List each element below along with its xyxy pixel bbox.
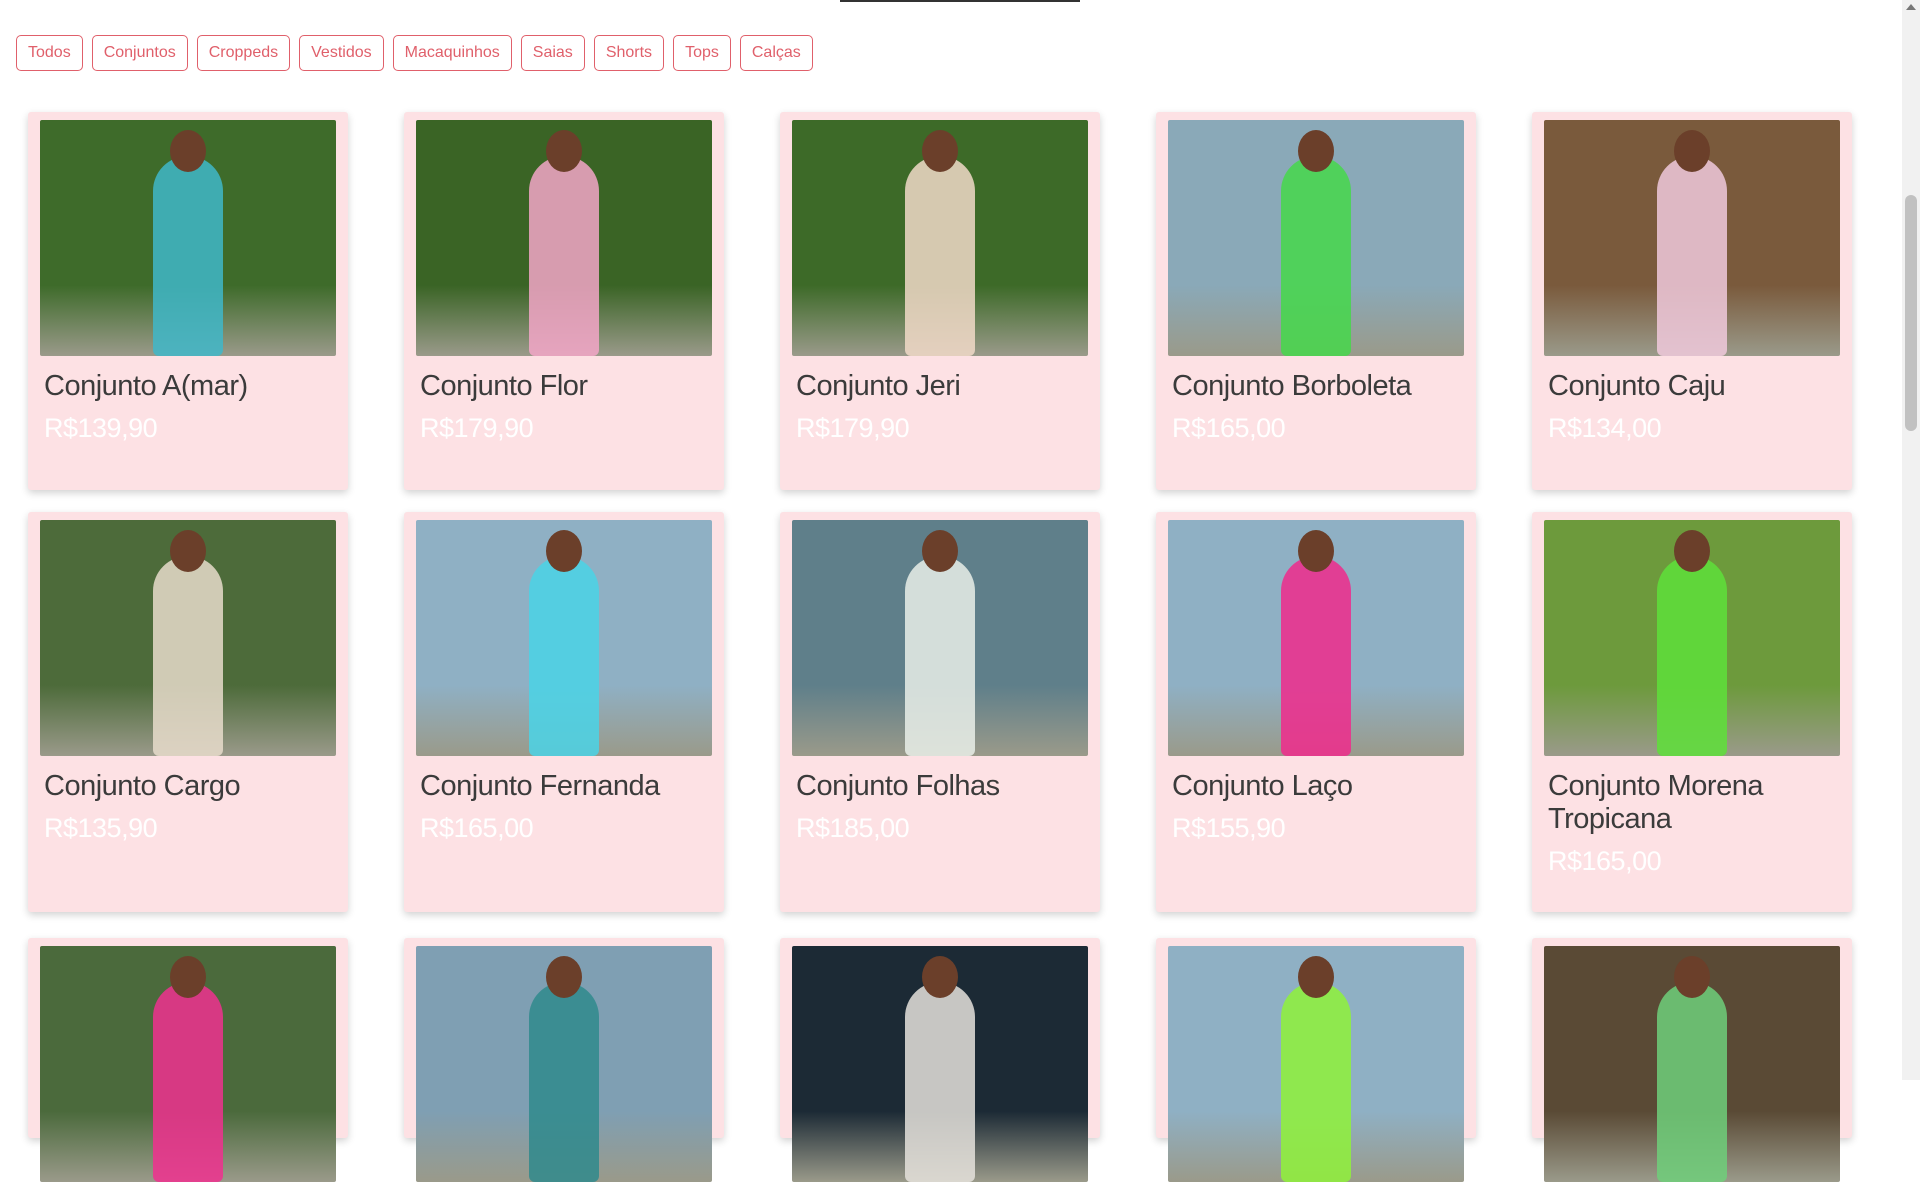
product-card[interactable]: Conjunto Jeri R$179,90 bbox=[780, 112, 1100, 490]
product-card[interactable]: Conjunto Caju R$134,00 bbox=[1532, 112, 1852, 490]
product-photo[interactable] bbox=[792, 120, 1088, 356]
product-name[interactable]: Conjunto A(mar) bbox=[44, 370, 332, 403]
filter-shorts[interactable]: Shorts bbox=[593, 35, 665, 71]
product-photo[interactable] bbox=[416, 520, 712, 756]
vertical-scrollbar[interactable] bbox=[1902, 0, 1920, 1080]
product-photo[interactable] bbox=[1168, 120, 1464, 356]
product-card[interactable] bbox=[404, 938, 724, 1182]
filter-calcas[interactable]: Calças bbox=[739, 35, 813, 71]
filter-croppeds[interactable]: Croppeds bbox=[196, 35, 291, 71]
product-grid-row-3 bbox=[28, 938, 1852, 1182]
product-card[interactable]: Conjunto Fernanda R$165,00 bbox=[404, 512, 724, 912]
product-photo[interactable] bbox=[40, 120, 336, 356]
product-card[interactable] bbox=[1156, 938, 1476, 1182]
product-name[interactable]: Conjunto Laço bbox=[1172, 770, 1460, 803]
product-price: R$179,90 bbox=[796, 413, 910, 443]
product-name[interactable]: Conjunto Folhas bbox=[796, 770, 1084, 803]
filter-todos[interactable]: Todos bbox=[16, 35, 83, 71]
product-price: R$155,90 bbox=[1172, 813, 1286, 843]
product-grid-row-1: Conjunto A(mar) R$139,90 Conjunto Flor R… bbox=[28, 112, 1852, 512]
product-photo[interactable] bbox=[792, 946, 1088, 1182]
product-card[interactable]: Conjunto Cargo R$135,90 bbox=[28, 512, 348, 912]
filter-tops[interactable]: Tops bbox=[673, 35, 731, 71]
product-photo[interactable] bbox=[416, 120, 712, 356]
product-grid-row-2: Conjunto Cargo R$135,90 Conjunto Fernand… bbox=[28, 512, 1852, 934]
product-name[interactable]: Conjunto Morena Tropicana bbox=[1548, 770, 1836, 836]
product-name[interactable]: Conjunto Borboleta bbox=[1172, 370, 1460, 403]
product-price: R$165,00 bbox=[420, 813, 534, 843]
product-photo[interactable] bbox=[1544, 520, 1840, 756]
product-price: R$139,90 bbox=[44, 413, 158, 443]
category-filter-bar: Todos Conjuntos Croppeds Vestidos Macaqu… bbox=[16, 35, 813, 71]
product-price: R$165,00 bbox=[1172, 413, 1286, 443]
product-price: R$135,90 bbox=[44, 813, 158, 843]
product-photo[interactable] bbox=[1168, 520, 1464, 756]
product-card[interactable]: Conjunto Laço R$155,90 bbox=[1156, 512, 1476, 912]
filter-saias[interactable]: Saias bbox=[520, 35, 585, 71]
product-card[interactable]: Conjunto Flor R$179,90 bbox=[404, 112, 724, 490]
filter-macaquinhos[interactable]: Macaquinhos bbox=[392, 35, 512, 71]
filter-conjuntos[interactable]: Conjuntos bbox=[91, 35, 188, 71]
product-card[interactable]: Conjunto A(mar) R$139,90 bbox=[28, 112, 348, 490]
product-photo[interactable] bbox=[40, 520, 336, 756]
product-card[interactable] bbox=[28, 938, 348, 1182]
product-name[interactable]: Conjunto Cargo bbox=[44, 770, 332, 803]
product-name[interactable]: Conjunto Caju bbox=[1548, 370, 1836, 403]
product-photo[interactable] bbox=[1168, 946, 1464, 1182]
product-photo[interactable] bbox=[792, 520, 1088, 756]
product-card[interactable]: Conjunto Morena Tropicana R$165,00 bbox=[1532, 512, 1852, 912]
filter-vestidos[interactable]: Vestidos bbox=[299, 35, 384, 71]
product-name[interactable]: Conjunto Flor bbox=[420, 370, 708, 403]
scrollbar-thumb[interactable] bbox=[1905, 195, 1917, 431]
product-name[interactable]: Conjunto Fernanda bbox=[420, 770, 708, 803]
product-price: R$165,00 bbox=[1548, 846, 1662, 876]
product-photo[interactable] bbox=[1544, 946, 1840, 1182]
product-photo[interactable] bbox=[40, 946, 336, 1182]
product-photo[interactable] bbox=[416, 946, 712, 1182]
product-name[interactable]: Conjunto Jeri bbox=[796, 370, 1084, 403]
product-card[interactable]: Conjunto Folhas R$185,00 bbox=[780, 512, 1100, 912]
product-price: R$179,90 bbox=[420, 413, 534, 443]
product-card[interactable]: Conjunto Borboleta R$165,00 bbox=[1156, 112, 1476, 490]
product-card[interactable] bbox=[1532, 938, 1852, 1182]
product-price: R$134,00 bbox=[1548, 413, 1662, 443]
header-divider bbox=[840, 0, 1080, 2]
product-card[interactable] bbox=[780, 938, 1100, 1182]
product-price: R$185,00 bbox=[796, 813, 910, 843]
product-photo[interactable] bbox=[1544, 120, 1840, 356]
scroll-up-arrow-icon[interactable] bbox=[1906, 4, 1916, 10]
